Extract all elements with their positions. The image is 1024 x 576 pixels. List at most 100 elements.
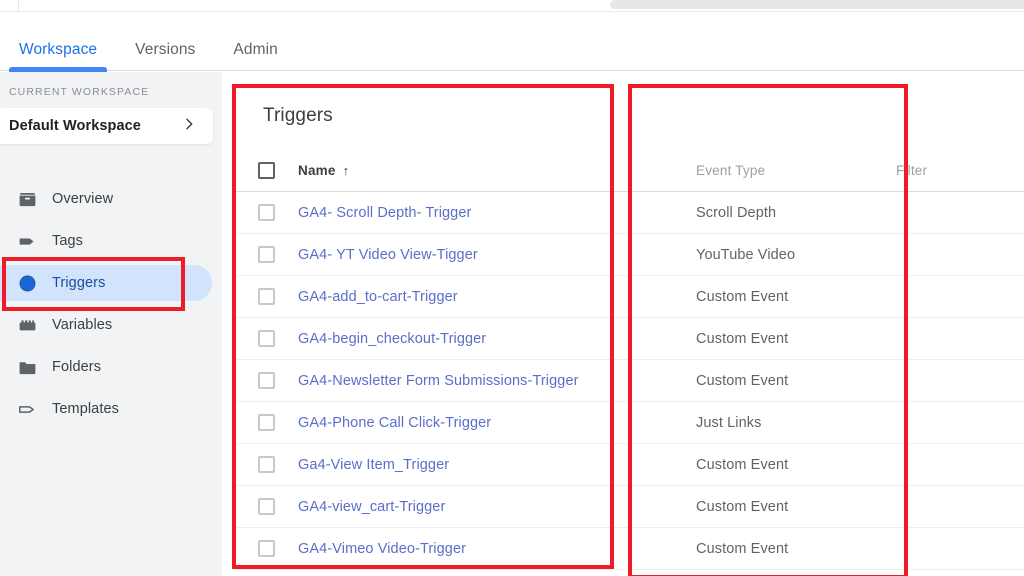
primary-tabbar: Workspace Versions Admin bbox=[0, 12, 1024, 72]
template-icon bbox=[16, 398, 38, 420]
row-checkbox[interactable] bbox=[258, 498, 275, 515]
overview-icon bbox=[16, 188, 38, 210]
trigger-event-type: YouTube Video bbox=[696, 246, 796, 263]
sidebar-item-label: Tags bbox=[52, 233, 84, 249]
folder-icon bbox=[16, 356, 38, 378]
row-name-cell: GA4-add_to-cart-Trigger bbox=[298, 288, 696, 306]
trigger-event-type: Custom Event bbox=[696, 498, 789, 515]
col-header-name[interactable]: Name ↑ bbox=[298, 163, 696, 178]
row-name-cell: GA4-Phone Call Click-Trigger bbox=[298, 414, 696, 432]
row-checkbox[interactable] bbox=[258, 246, 275, 263]
page-title: Triggers bbox=[263, 105, 333, 126]
gtm-triggers-screen: Workspace Versions Admin CURRENT WORKSPA… bbox=[0, 0, 1024, 576]
row-checkbox[interactable] bbox=[258, 330, 275, 347]
trigger-event-type: Custom Event bbox=[696, 288, 789, 305]
row-name-cell: Ga4-View Item_Trigger bbox=[298, 456, 696, 474]
trigger-event-type: Custom Event bbox=[696, 456, 789, 473]
row-name-cell: GA4-Newsletter Form Submissions-Trigger bbox=[298, 372, 696, 390]
sidebar-item-triggers[interactable]: Triggers bbox=[0, 262, 222, 304]
row-name-cell: GA4-begin_checkout-Trigger bbox=[298, 330, 696, 348]
trigger-name-link[interactable]: GA4- YT Video View-Tigger bbox=[298, 247, 478, 263]
table-row[interactable]: GA4- Scroll Depth- Trigger Scroll Depth bbox=[235, 192, 1024, 234]
table-row[interactable]: GA4-add_to-cart-Trigger Custom Event bbox=[235, 276, 1024, 318]
top-chrome-sliver bbox=[0, 0, 1024, 12]
row-event-type-cell: Custom Event bbox=[696, 330, 896, 348]
row-event-type-cell: Just Links bbox=[696, 414, 896, 432]
sidebar-item-variables[interactable]: Variables bbox=[0, 304, 222, 346]
sidebar-item-label: Overview bbox=[52, 191, 114, 207]
row-event-type-cell: Custom Event bbox=[696, 288, 896, 306]
trigger-name-link[interactable]: Ga4-View Item_Trigger bbox=[298, 457, 449, 473]
trigger-icon bbox=[16, 272, 38, 294]
triggers-panel: Triggers Name ↑ Event Type Filter GA4- S… bbox=[235, 72, 1024, 576]
select-all-cell bbox=[235, 162, 298, 179]
col-header-name-label: Name bbox=[298, 163, 336, 178]
tag-icon bbox=[16, 230, 38, 252]
row-event-type-cell: Custom Event bbox=[696, 372, 896, 390]
row-select-cell bbox=[235, 498, 298, 515]
tab-list: Workspace Versions Admin bbox=[0, 12, 297, 72]
row-event-type-cell: Custom Event bbox=[696, 456, 896, 474]
row-event-type-cell: Scroll Depth bbox=[696, 204, 896, 222]
trigger-name-link[interactable]: GA4-Newsletter Form Submissions-Trigger bbox=[298, 373, 579, 389]
row-select-cell bbox=[235, 288, 298, 305]
row-checkbox[interactable] bbox=[258, 372, 275, 389]
sidebar-item-templates[interactable]: Templates bbox=[0, 388, 222, 430]
row-checkbox[interactable] bbox=[258, 288, 275, 305]
row-checkbox[interactable] bbox=[258, 414, 275, 431]
tab-versions-label: Versions bbox=[135, 40, 196, 58]
row-select-cell bbox=[235, 246, 298, 263]
row-event-type-cell: Custom Event bbox=[696, 498, 896, 516]
row-event-type-cell: Custom Event bbox=[696, 540, 896, 558]
row-name-cell: GA4-Vimeo Video-Trigger bbox=[298, 540, 696, 558]
table-row[interactable]: GA4-begin_checkout-Trigger Custom Event bbox=[235, 318, 1024, 360]
row-select-cell bbox=[235, 540, 298, 557]
trigger-name-link[interactable]: GA4-begin_checkout-Trigger bbox=[298, 331, 486, 347]
tab-admin-label: Admin bbox=[233, 40, 278, 58]
col-header-event-type[interactable]: Event Type bbox=[696, 162, 896, 180]
table-row[interactable]: Ga4-View Item_Trigger Custom Event bbox=[235, 444, 1024, 486]
col-header-filter[interactable]: Filter bbox=[896, 162, 1024, 180]
trigger-name-link[interactable]: GA4-view_cart-Trigger bbox=[298, 499, 445, 515]
table-header-row: Name ↑ Event Type Filter bbox=[235, 150, 1024, 192]
current-workspace-label: CURRENT WORKSPACE bbox=[9, 86, 150, 98]
trigger-name-link[interactable]: GA4-Vimeo Video-Trigger bbox=[298, 541, 466, 557]
trigger-name-link[interactable]: GA4-Phone Call Click-Trigger bbox=[298, 415, 491, 431]
table-row[interactable]: GA4-Vimeo Video-Trigger Custom Event bbox=[235, 528, 1024, 570]
tab-workspace[interactable]: Workspace bbox=[0, 41, 116, 72]
row-name-cell: GA4- Scroll Depth- Trigger bbox=[298, 204, 696, 222]
table-row[interactable]: GA4- YT Video View-Tigger YouTube Video bbox=[235, 234, 1024, 276]
table-row[interactable]: GA4-view_cart-Trigger Custom Event bbox=[235, 486, 1024, 528]
sidebar-item-label: Variables bbox=[52, 317, 113, 333]
col-header-event-type-label: Event Type bbox=[696, 162, 766, 178]
row-select-cell bbox=[235, 372, 298, 389]
chrome-divider bbox=[18, 0, 19, 12]
sidebar-item-folders[interactable]: Folders bbox=[0, 346, 222, 388]
workspace-selector[interactable]: Default Workspace bbox=[0, 108, 213, 144]
table-row[interactable]: GA4-Newsletter Form Submissions-Trigger … bbox=[235, 360, 1024, 402]
col-header-filter-label: Filter bbox=[896, 162, 928, 178]
sidebar-item-label: Triggers bbox=[52, 275, 106, 291]
sidebar-item-tags[interactable]: Tags bbox=[0, 220, 222, 262]
trigger-name-link[interactable]: GA4- Scroll Depth- Trigger bbox=[298, 205, 471, 221]
trigger-name-link[interactable]: GA4-add_to-cart-Trigger bbox=[298, 289, 458, 305]
trigger-event-type: Custom Event bbox=[696, 540, 789, 557]
table-row[interactable]: GA4-Phone Call Click-Trigger Just Links bbox=[235, 402, 1024, 444]
row-select-cell bbox=[235, 414, 298, 431]
row-name-cell: GA4- YT Video View-Tigger bbox=[298, 246, 696, 264]
select-all-checkbox[interactable] bbox=[258, 162, 275, 179]
row-checkbox[interactable] bbox=[258, 540, 275, 557]
sidebar-item-overview[interactable]: Overview bbox=[0, 178, 222, 220]
row-event-type-cell: YouTube Video bbox=[696, 246, 896, 264]
chrome-ghost-bar bbox=[610, 0, 1024, 9]
left-sidebar: CURRENT WORKSPACE Default Workspace Over… bbox=[0, 72, 222, 576]
row-select-cell bbox=[235, 456, 298, 473]
row-checkbox[interactable] bbox=[258, 456, 275, 473]
row-checkbox[interactable] bbox=[258, 204, 275, 221]
sort-ascending-icon: ↑ bbox=[342, 163, 350, 178]
tab-admin[interactable]: Admin bbox=[214, 40, 296, 71]
row-select-cell bbox=[235, 204, 298, 221]
trigger-event-type: Scroll Depth bbox=[696, 204, 777, 221]
tab-versions[interactable]: Versions bbox=[116, 40, 214, 71]
trigger-event-type: Custom Event bbox=[696, 372, 789, 389]
